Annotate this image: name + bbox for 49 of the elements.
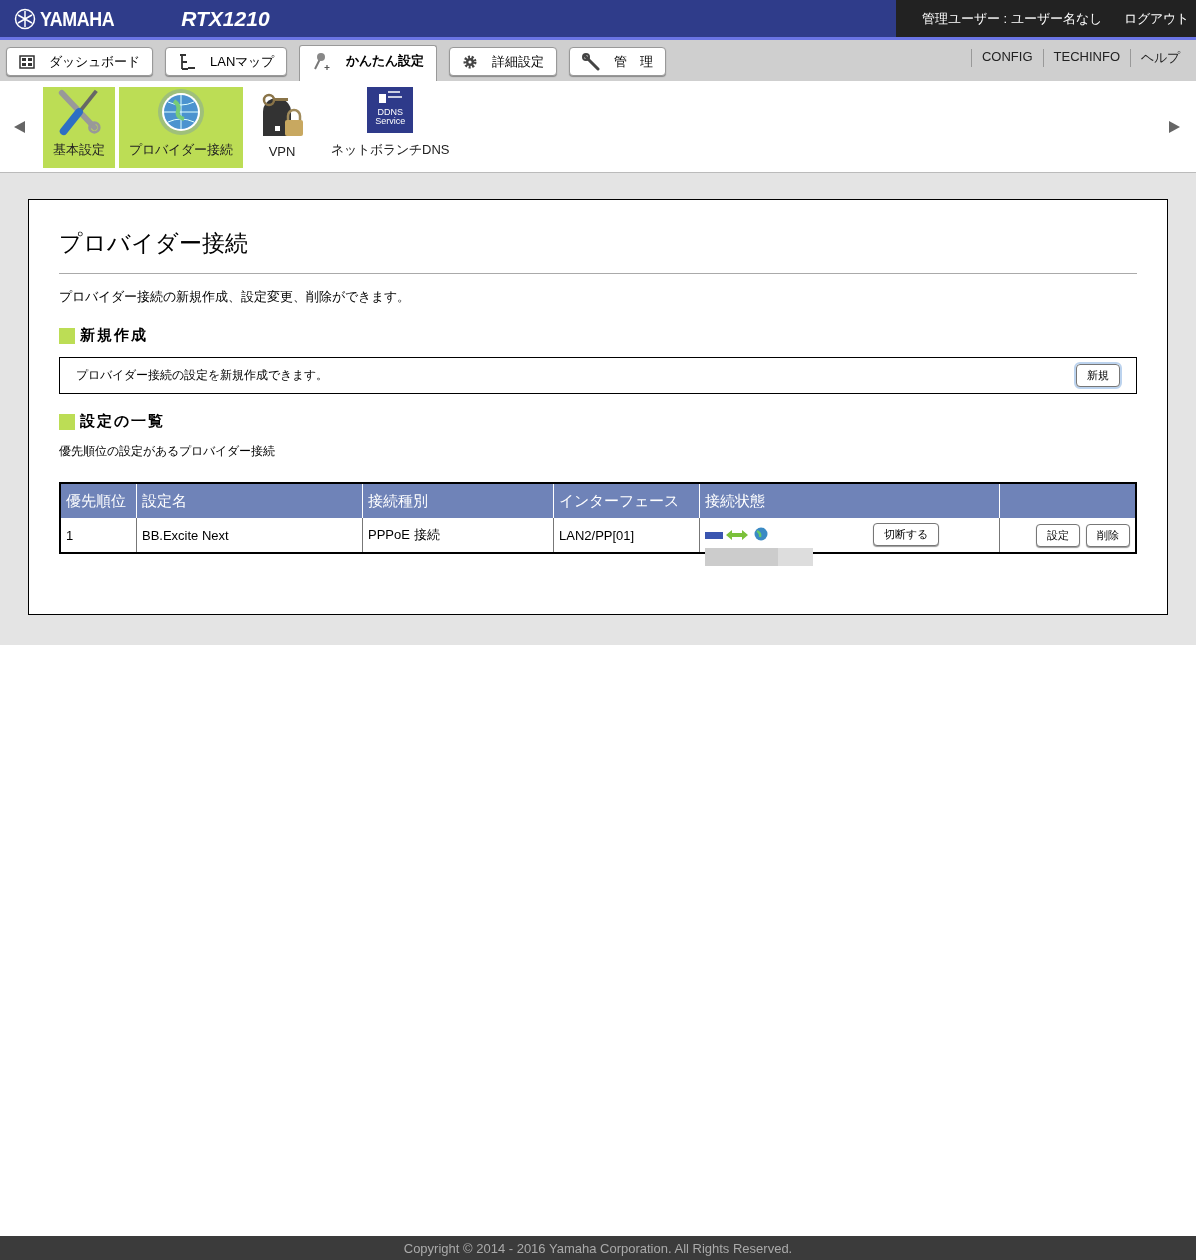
- wand-icon: [312, 50, 333, 71]
- section-heading: 設定の一覧: [80, 412, 165, 431]
- scroll-right-arrow-icon[interactable]: [1169, 120, 1180, 133]
- column-header: インターフェース: [553, 483, 700, 518]
- new-entry-text: プロバイダー接続の設定を新規作成できます。: [76, 367, 328, 384]
- brand-logo: YAMAHA: [40, 6, 115, 31]
- table-cell: BB.Excite Next: [136, 518, 363, 553]
- menu-item[interactable]: プロバイダー接続: [119, 87, 243, 168]
- gear-icon: [462, 53, 479, 70]
- menu-item[interactable]: VPN: [247, 87, 317, 168]
- utility-link[interactable]: CONFIG: [971, 48, 1043, 67]
- column-header: 優先順位: [60, 483, 137, 518]
- disconnect-button[interactable]: 切断する: [873, 522, 939, 546]
- section-heading: 新規作成: [80, 326, 148, 345]
- ddns-service-logo: DDNS Service: [367, 87, 414, 133]
- tree-icon: [178, 52, 196, 71]
- tuning-fork-logo-icon: [14, 7, 36, 30]
- connection-status-icon: [705, 526, 769, 541]
- utility-link[interactable]: ヘルプ: [1130, 48, 1190, 67]
- nav-tab[interactable]: 詳細設定: [449, 47, 558, 76]
- menu-item[interactable]: DDNS Service ネットボランチDNS: [321, 87, 460, 168]
- table-cell: LAN2/PP[01]: [553, 518, 700, 553]
- nav-tab[interactable]: ダッシュボード: [6, 47, 153, 76]
- table-caption: 優先順位の設定があるプロバイダー接続: [59, 443, 276, 460]
- model-name: RTX1210: [181, 6, 270, 31]
- grid-icon: [19, 54, 35, 69]
- row-action-button[interactable]: 削除: [1086, 523, 1130, 547]
- user-label: 管理ユーザー : ユーザー名なし: [922, 9, 1102, 28]
- page-description: プロバイダー接続の新規作成、設定変更、削除ができます。: [59, 288, 411, 306]
- nav-tab[interactable]: 管 理: [569, 47, 667, 76]
- square-bullet-icon: [59, 327, 75, 344]
- nav-tab[interactable]: LANマップ: [165, 47, 288, 76]
- utility-link[interactable]: TECHINFO: [1042, 48, 1130, 67]
- globe-icon: [156, 87, 206, 137]
- wrench-icon: [582, 52, 601, 71]
- square-bullet-icon: [59, 413, 75, 430]
- column-header: 設定名: [136, 483, 363, 518]
- scroll-left-arrow-icon[interactable]: [14, 120, 25, 133]
- logout-link[interactable]: ログアウト: [1123, 9, 1189, 28]
- table-cell: 1: [60, 518, 137, 553]
- new-button[interactable]: 新規: [1076, 364, 1120, 387]
- nav-tab[interactable]: かんたん設定: [299, 45, 438, 81]
- menu-item[interactable]: 基本設定: [43, 87, 115, 168]
- copyright-text: Copyright © 2014 - 2016 Yamaha Corporation. All Rights Reserved.: [0, 1236, 1196, 1260]
- table-cell: PPPoE 接続: [362, 518, 554, 553]
- column-header: 接続状態: [699, 483, 1000, 518]
- column-header: 接続種別: [362, 483, 554, 518]
- page-title: プロバイダー接続: [59, 228, 1137, 274]
- row-action-button[interactable]: 設定: [1036, 523, 1080, 547]
